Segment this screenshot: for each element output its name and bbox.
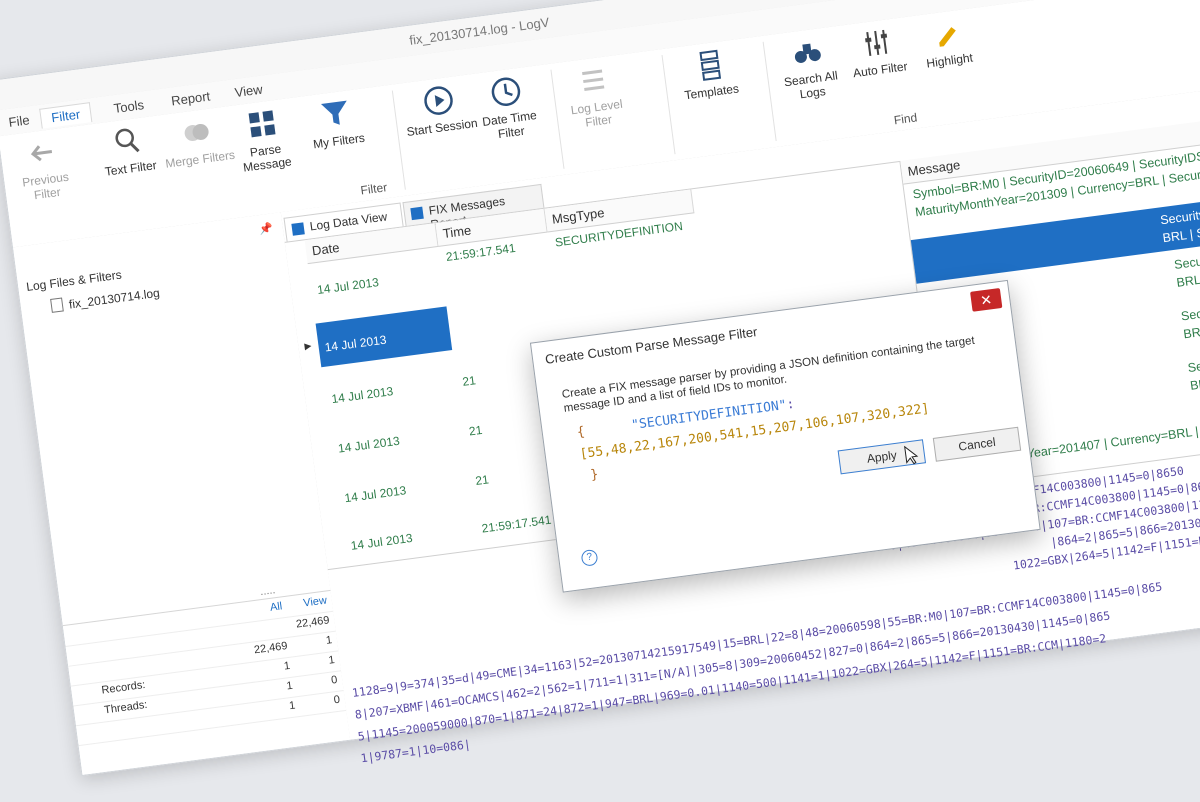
arrow-left-icon: [30, 145, 53, 162]
templates-icon: [699, 49, 722, 81]
stats-view: 0: [333, 693, 341, 707]
grid-cell-date: 14 Jul 2013: [316, 275, 380, 298]
highlight-button[interactable]: Highlight: [907, 13, 987, 72]
log-files-header: Log Files & Filters: [25, 267, 123, 294]
stats-label: Records:: [100, 678, 147, 697]
grid-cell-time-selected[interactable]: 21: [448, 317, 476, 342]
stats-col-view: View: [302, 594, 328, 610]
grid-cell-time: 21:59:17.541: [480, 512, 553, 536]
log-file-name: fix_20130714.log: [68, 285, 161, 312]
previous-filter-label: Previous Filter: [21, 169, 70, 203]
grid-cell-time: 21: [461, 373, 477, 389]
auto-filter-button[interactable]: Auto Filter: [838, 22, 918, 81]
tab-tools[interactable]: Tools: [103, 94, 155, 119]
json-brace-open: {: [576, 424, 586, 441]
grid-cell-date: 14 Jul 2013: [337, 433, 401, 456]
date-time-filter-button[interactable]: Date Time Filter: [467, 71, 549, 144]
dialog-close-button[interactable]: ✕: [970, 287, 1003, 312]
text-filter-label: Text Filter: [104, 158, 158, 179]
app-window: fix_20130714.log - LogV File Filter Tool…: [0, 0, 1200, 776]
report-icon: [410, 206, 424, 221]
stats-top-view: 22,469: [295, 614, 331, 631]
parse-message-button[interactable]: Parse Message: [223, 103, 305, 176]
grid-cell-time: 21: [474, 472, 490, 489]
sliders-icon: [865, 29, 888, 57]
stats-view: 0: [330, 673, 339, 687]
group-label-filter: Filter: [359, 180, 388, 198]
row-indicator-icon: ▶: [303, 340, 312, 352]
tab-file[interactable]: File: [0, 109, 41, 133]
log-file-item[interactable]: fix_20130714.log: [50, 285, 161, 314]
cancel-button[interactable]: Cancel: [932, 426, 1022, 462]
stats-view: 1: [327, 654, 336, 667]
raw-line: 1|9787=1|10=086|: [359, 737, 472, 766]
clock-icon: [491, 77, 521, 107]
message-line-selected: SecurityIDSource=EXCHANGE_SYMBOL |: [1159, 182, 1200, 228]
magnifier-icon: [115, 128, 140, 153]
templates-button[interactable]: Templates: [669, 44, 749, 103]
grid-icon: [291, 222, 305, 236]
funnel-icon: [320, 100, 347, 125]
file-icon: [50, 297, 64, 313]
json-brace-close: }: [589, 467, 600, 483]
help-icon[interactable]: ?: [580, 548, 599, 567]
splitter-grip[interactable]: .....: [259, 584, 276, 598]
stage: fix_20130714.log - LogV File Filter Tool…: [0, 0, 1200, 776]
my-filters-label: My Filters: [312, 130, 366, 152]
pin-icon[interactable]: 📌: [258, 221, 273, 236]
text-filter-button[interactable]: Text Filter: [88, 121, 168, 180]
log-level-filter-label: Log Level Filter: [569, 96, 624, 130]
group-label-find: Find: [893, 110, 919, 128]
grid-cell-time: 21: [468, 422, 484, 439]
grid-cell-date: 14 Jul 2013: [343, 483, 408, 506]
mouse-cursor-icon: [904, 445, 919, 465]
merge-filters-label: Merge Filters: [164, 147, 236, 171]
binoculars-icon: [794, 43, 821, 63]
highlight-label: Highlight: [925, 50, 974, 71]
merge-icon: [184, 123, 209, 142]
previous-filter-button[interactable]: Previous Filter: [3, 132, 85, 205]
json-colon: :: [785, 396, 796, 413]
my-filters-button[interactable]: My Filters: [297, 94, 377, 153]
tab-view[interactable]: View: [224, 78, 274, 103]
parse-message-label: Parse Message: [242, 141, 293, 175]
stats-table: ..... All View 22,469 22,469 1 Records: …: [62, 584, 351, 775]
date-time-filter-label: Date Time Filter: [481, 108, 538, 142]
play-icon: [424, 86, 453, 115]
grid-cell-date: 14 Jul 2013: [349, 530, 414, 553]
auto-filter-label: Auto Filter: [852, 59, 909, 81]
raw-line: 8|207=XBMF|461=OCAMCS|462=2|562=1|711=1|…: [354, 608, 1111, 722]
templates-label: Templates: [683, 81, 740, 103]
list-icon: [582, 69, 605, 91]
stats-label: Threads:: [103, 698, 149, 717]
search-all-logs-button[interactable]: Search All Logs: [769, 31, 851, 104]
start-session-label: Start Session: [405, 115, 479, 139]
stats-view: 1: [325, 634, 333, 647]
parse-icon: [248, 110, 276, 138]
grid-cell-date: 14 Jul 2013: [330, 384, 395, 407]
highlighter-icon: [939, 27, 956, 47]
search-all-logs-label: Search All Logs: [783, 68, 839, 102]
log-level-filter-button[interactable]: Log Level Filter: [554, 60, 636, 133]
